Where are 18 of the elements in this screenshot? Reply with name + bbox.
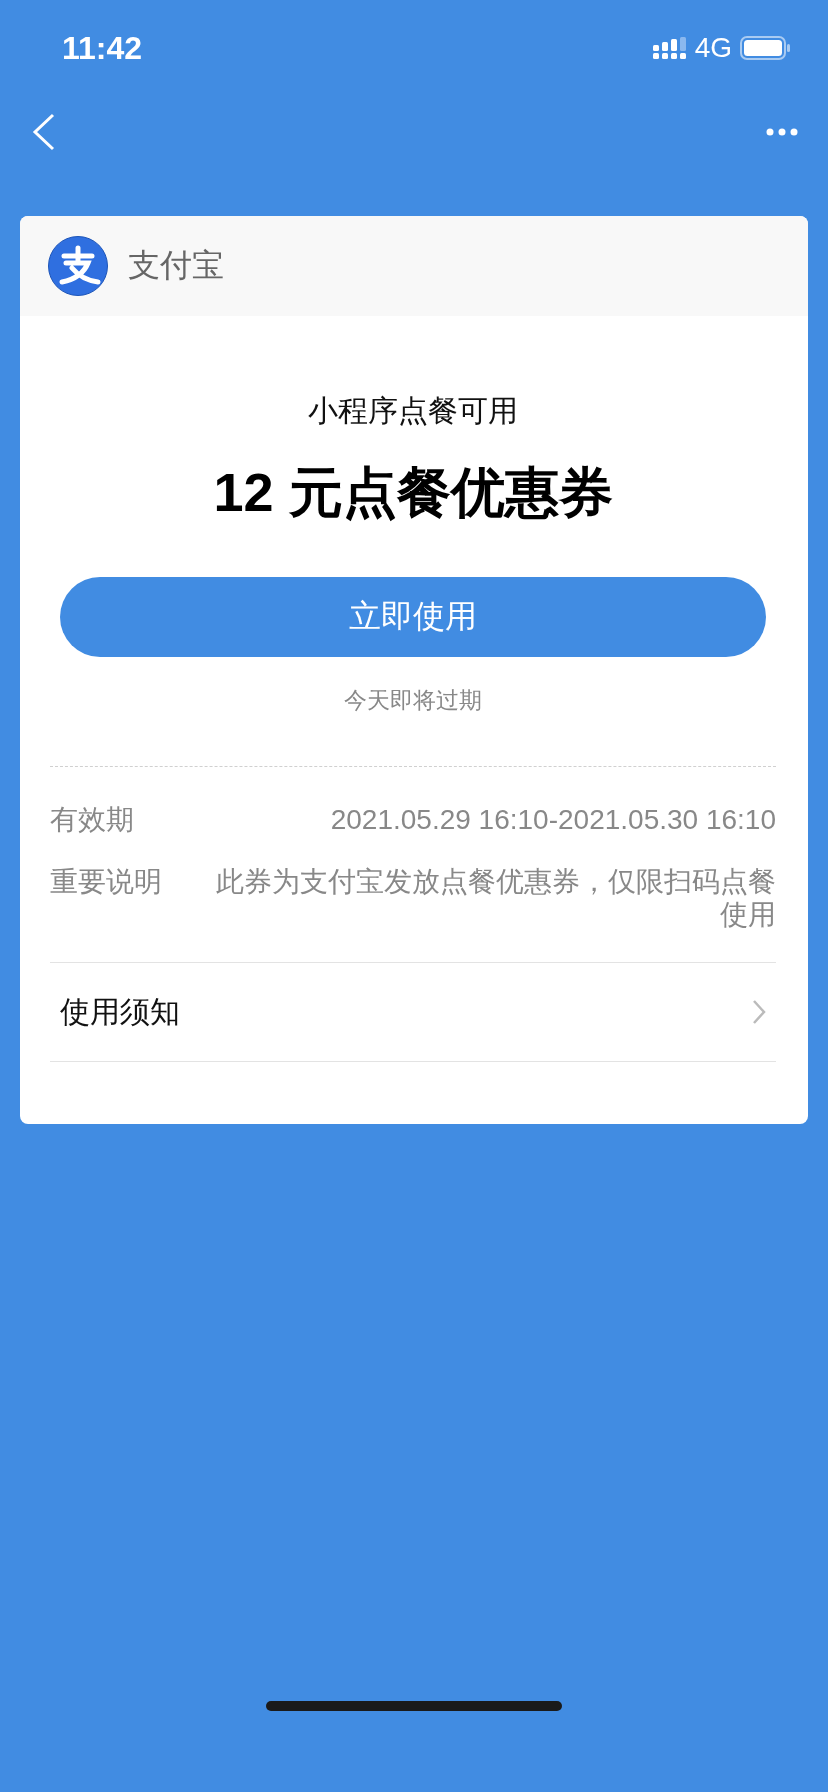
detail-label: 重要说明 (50, 865, 163, 899)
notice-label: 使用须知 (60, 993, 180, 1030)
battery-icon (740, 36, 790, 60)
coupon-subtitle: 小程序点餐可用 (307, 393, 519, 429)
expiry-note: 今天即将过期 (343, 686, 483, 715)
signal-icon (652, 37, 687, 59)
detail-value: 此券为支付宝发放点餐优惠券，仅限扫码点餐使用 (215, 865, 776, 931)
alipay-logo-icon (48, 236, 108, 296)
more-icon[interactable] (766, 128, 798, 136)
network-label: 4G (694, 32, 732, 64)
detail-label: 有效期 (50, 803, 135, 836)
detail-value: 2021.05.29 16:10-2021.05.30 16:10 (329, 803, 776, 836)
chevron-right-icon (752, 999, 766, 1025)
notice-row[interactable]: 使用须知 (50, 963, 776, 1062)
status-time: 11:42 (62, 29, 144, 67)
back-icon[interactable] (32, 113, 56, 151)
brand-name: 支付宝 (128, 246, 224, 285)
coupon-title: 12 元点餐优惠券 (212, 461, 614, 524)
